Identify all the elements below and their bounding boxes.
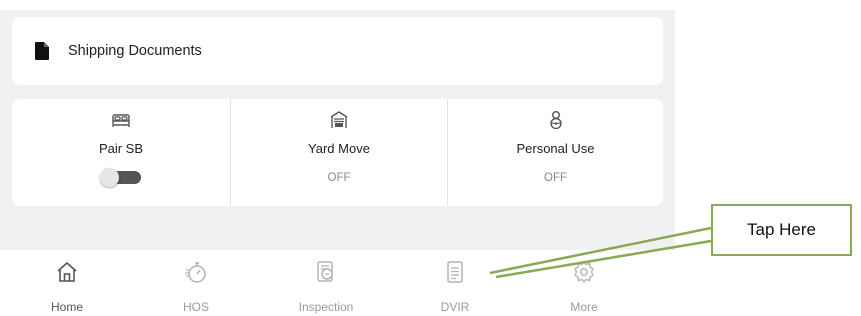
driver-icon — [549, 111, 562, 129]
app-content: Shipping Documents Pair SB Yard Move OFF… — [0, 10, 675, 250]
home-icon — [57, 262, 77, 282]
personal-use-label: Personal Use — [516, 141, 595, 156]
gear-icon — [574, 261, 594, 283]
inspection-icon — [317, 261, 333, 282]
tap-here-callout: Tap Here — [711, 204, 852, 256]
document-icon — [35, 42, 49, 60]
mode-pair-sb: Pair SB — [12, 99, 230, 206]
report-icon — [447, 261, 463, 283]
garage-icon — [330, 111, 348, 128]
yard-move-label: Yard Move — [308, 141, 370, 156]
nav-home[interactable]: Home — [22, 250, 112, 316]
shipping-documents-card[interactable]: Shipping Documents — [12, 17, 663, 85]
pair-sb-toggle[interactable] — [100, 168, 141, 187]
mode-yard-move[interactable]: Yard Move OFF — [231, 99, 447, 206]
personal-use-state: OFF — [544, 172, 567, 184]
nav-dvir-label: DVIR — [440, 300, 470, 314]
nav-more-label: More — [570, 300, 598, 314]
nav-hos[interactable]: HOS — [151, 250, 241, 316]
mode-personal-use[interactable]: Personal Use OFF — [448, 99, 663, 206]
nav-dvir[interactable]: DVIR — [410, 250, 500, 316]
bed-icon — [112, 114, 130, 127]
stopwatch-icon — [185, 262, 206, 283]
driving-modes-card: Pair SB Yard Move OFF Personal Use OFF — [12, 99, 663, 206]
toggle-knob — [100, 168, 119, 187]
shipping-documents-label: Shipping Documents — [68, 43, 202, 59]
nav-inspection-label: Inspection — [298, 300, 354, 314]
pair-sb-label: Pair SB — [98, 141, 144, 156]
yard-move-state: OFF — [327, 172, 351, 184]
nav-home-label: Home — [50, 300, 83, 314]
bottom-nav: Home HOS Inspection DVIR More — [0, 250, 675, 316]
nav-hos-label: HOS — [182, 300, 209, 314]
top-strip — [0, 0, 861, 10]
nav-inspection[interactable]: Inspection — [281, 250, 371, 316]
nav-more[interactable]: More — [539, 250, 629, 316]
callout-text: Tap Here — [747, 220, 816, 239]
